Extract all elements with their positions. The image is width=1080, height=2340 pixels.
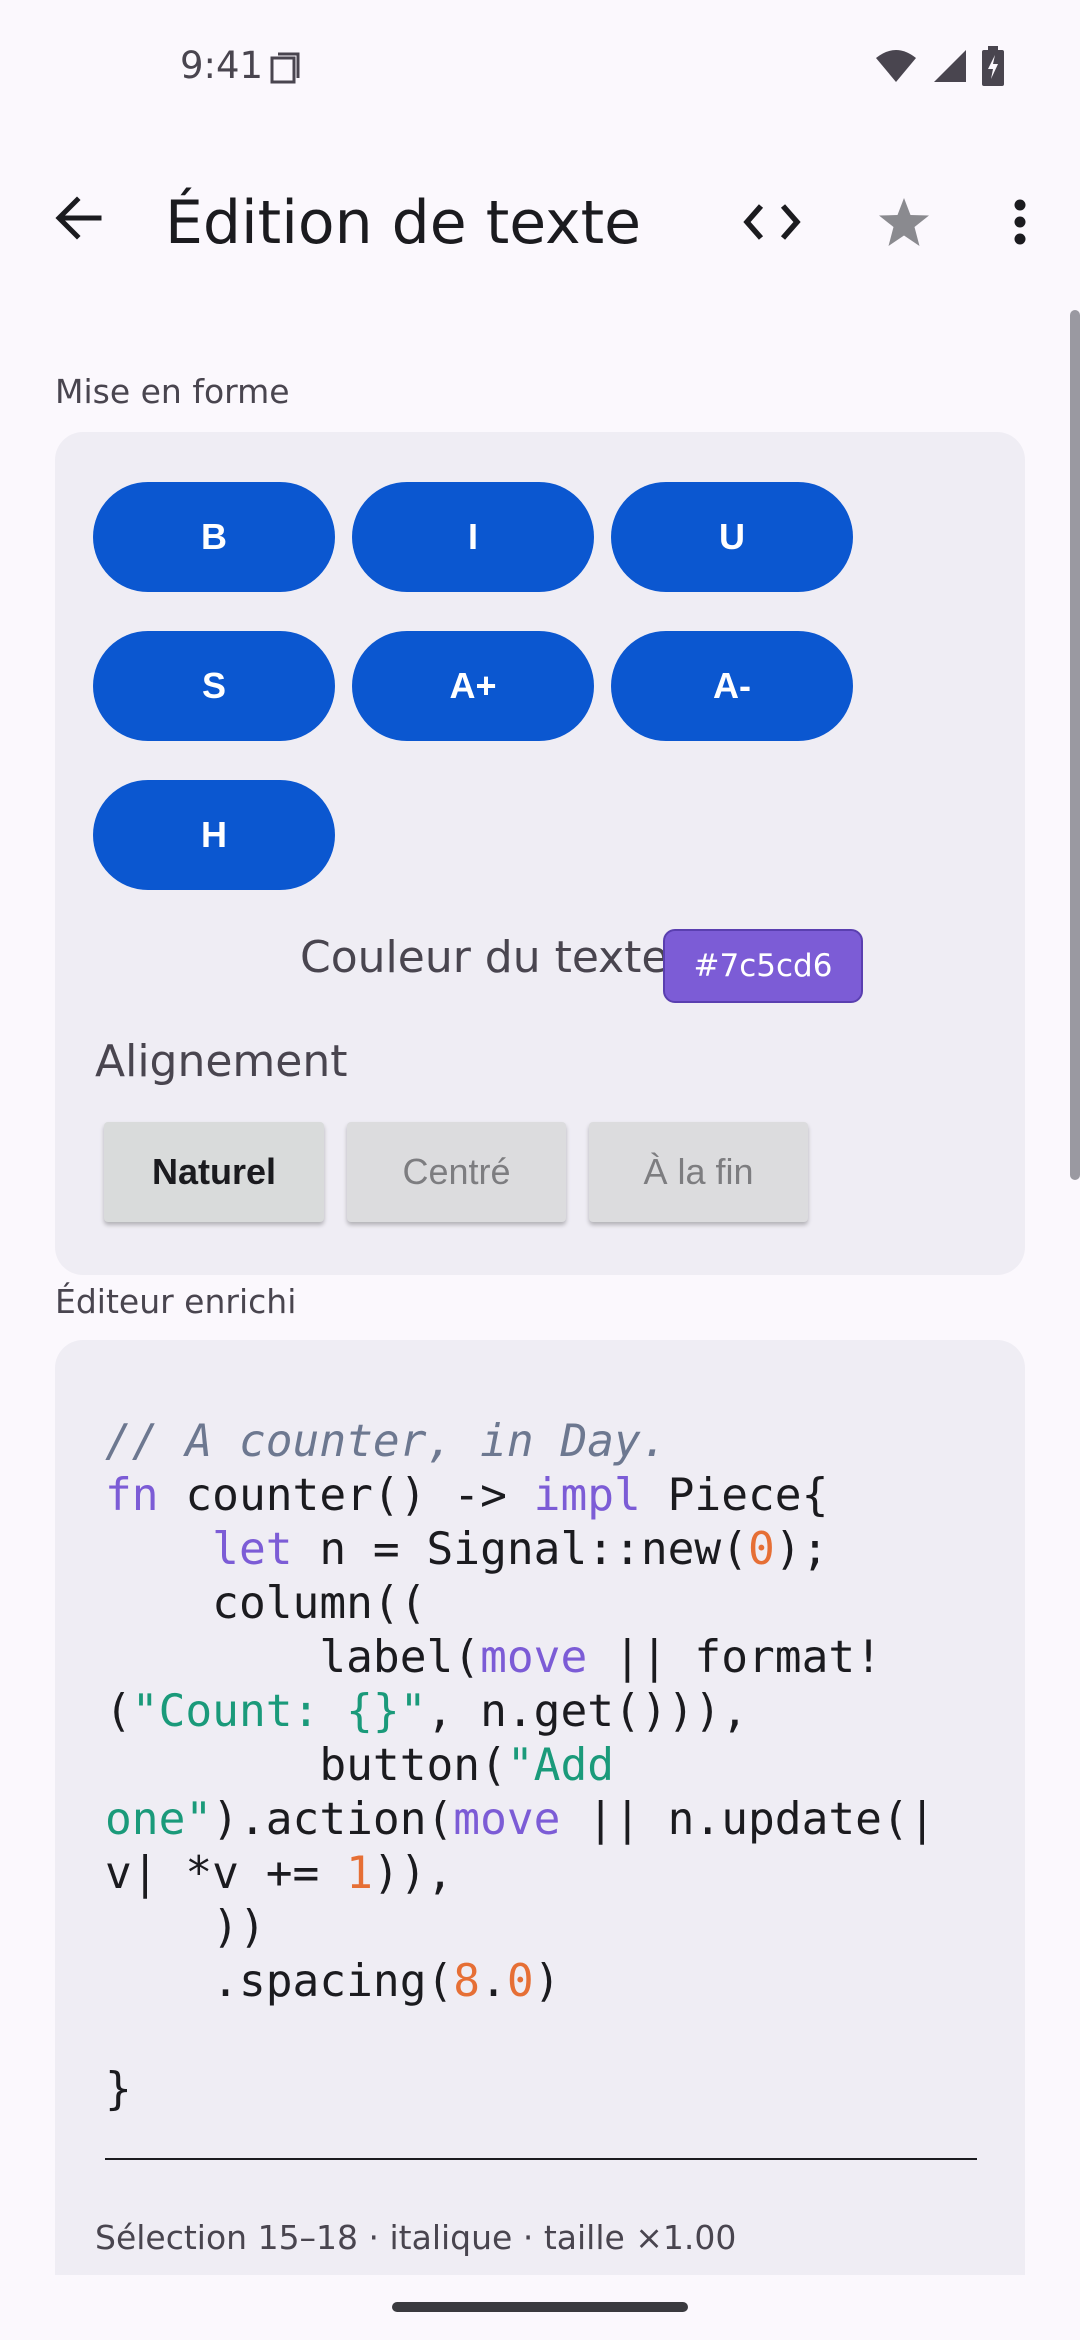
star-icon xyxy=(877,196,931,253)
code-token: 8 xyxy=(453,1956,481,2007)
code-token: ( xyxy=(105,1686,132,1737)
code-token: n = Signal::new( xyxy=(292,1524,748,1575)
page-title: Édition de texte xyxy=(165,188,642,258)
formatting-section-label: Mise en forme xyxy=(55,372,290,411)
alignment-label: Alignement xyxy=(95,1036,348,1087)
more-vert-icon xyxy=(1013,199,1027,250)
editor-divider xyxy=(105,2158,977,2160)
selection-info: Sélection 15–18 · italique · taille ×1.0… xyxy=(95,2218,737,2257)
code-view-button[interactable] xyxy=(730,182,814,266)
code-line: button("Add xyxy=(105,1739,985,1793)
scrollbar[interactable] xyxy=(1070,310,1080,1180)
favorite-button[interactable] xyxy=(862,182,946,266)
align-center-button[interactable]: Centré xyxy=(347,1122,566,1222)
code-token: v| *v += xyxy=(105,1848,347,1899)
code-token: || format! xyxy=(587,1632,882,1683)
italic-button[interactable]: I xyxy=(352,482,594,592)
back-button[interactable] xyxy=(36,178,120,262)
align-end-button[interactable]: À la fin xyxy=(589,1122,808,1222)
code-token: } xyxy=(105,2064,132,2115)
code-token: // A counter, in Day. xyxy=(105,1416,668,1467)
code-token: let xyxy=(212,1524,293,1575)
formatting-card: B I U S A+ A- H Couleur du texte #7c5cd6… xyxy=(55,432,1025,1275)
code-token: )), xyxy=(372,1848,454,1899)
code-token: 1 xyxy=(346,1848,373,1899)
increase-size-button[interactable]: A+ xyxy=(352,631,594,741)
editor-section-label: Éditeur enrichi xyxy=(55,1282,297,1321)
code-line: ("Count: {}", n.get())), xyxy=(105,1685,985,1739)
code-editor[interactable]: // A counter, in Day. fn counter() -> imp… xyxy=(105,1415,985,2117)
gesture-nav-handle[interactable] xyxy=(392,2302,688,2312)
code-token: fn xyxy=(105,1470,159,1521)
code-token: . xyxy=(480,1956,507,2007)
code-token: move xyxy=(453,1794,561,1845)
underline-button[interactable]: U xyxy=(611,482,853,592)
code-token: "Count: {}" xyxy=(131,1686,427,1737)
decrease-size-button[interactable]: A- xyxy=(611,631,853,741)
code-token: 0 xyxy=(506,1956,534,2007)
code-line: one").action(move || n.update(| xyxy=(105,1793,985,1847)
more-options-button[interactable] xyxy=(978,182,1062,266)
code-line: .spacing(8.0) xyxy=(105,1955,985,2009)
code-token: impl xyxy=(533,1470,641,1521)
code-token: )) xyxy=(105,1902,266,1953)
code-token: || n.update(| xyxy=(560,1794,936,1845)
code-line: // A counter, in Day. xyxy=(105,1415,985,1469)
code-line: label(move || format! xyxy=(105,1631,985,1685)
status-icons xyxy=(874,45,1004,91)
back-arrow-icon xyxy=(53,195,103,246)
signal-icon xyxy=(932,48,968,89)
highlight-button[interactable]: H xyxy=(93,780,335,890)
code-line: column(( xyxy=(105,1577,985,1631)
code-token: 0 xyxy=(748,1524,775,1575)
strikethrough-button[interactable]: S xyxy=(93,631,335,741)
text-color-label: Couleur du texte xyxy=(300,932,669,983)
wifi-icon xyxy=(874,48,918,89)
code-token: move xyxy=(480,1632,588,1683)
code-token: "Add xyxy=(506,1740,615,1791)
battery-charging-icon xyxy=(982,45,1004,91)
code-token: one" xyxy=(105,1794,213,1845)
code-token: counter() -> xyxy=(158,1470,534,1521)
top-app-bar: Édition de texte xyxy=(0,160,1080,290)
code-token: ).action( xyxy=(212,1794,454,1845)
status-bar: 9:41 xyxy=(0,0,1080,140)
code-token: , n.get())), xyxy=(426,1686,749,1737)
code-token: column(( xyxy=(105,1578,427,1629)
code-token: label( xyxy=(105,1632,481,1683)
code-line: v| *v += 1)), xyxy=(105,1847,985,1901)
code-token: Piece{ xyxy=(640,1470,829,1521)
align-natural-button[interactable]: Naturel xyxy=(104,1122,324,1222)
code-token: button( xyxy=(105,1740,507,1791)
bold-button[interactable]: B xyxy=(93,482,335,592)
code-icon xyxy=(743,202,801,247)
code-line: let n = Signal::new(0); xyxy=(105,1523,985,1577)
code-line: fn counter() -> impl Piece{ xyxy=(105,1469,985,1523)
code-token: ) xyxy=(533,1956,561,2007)
code-line: } xyxy=(105,2063,985,2117)
status-time: 9:41 xyxy=(180,44,264,87)
code-line: )) xyxy=(105,1901,985,1955)
sim-card-icon xyxy=(270,52,300,84)
code-token: .spacing( xyxy=(105,1956,454,2007)
text-color-chip[interactable]: #7c5cd6 xyxy=(663,929,863,1003)
code-token: ); xyxy=(774,1524,829,1575)
rich-editor-card: // A counter, in Day. fn counter() -> imp… xyxy=(55,1340,1025,2275)
